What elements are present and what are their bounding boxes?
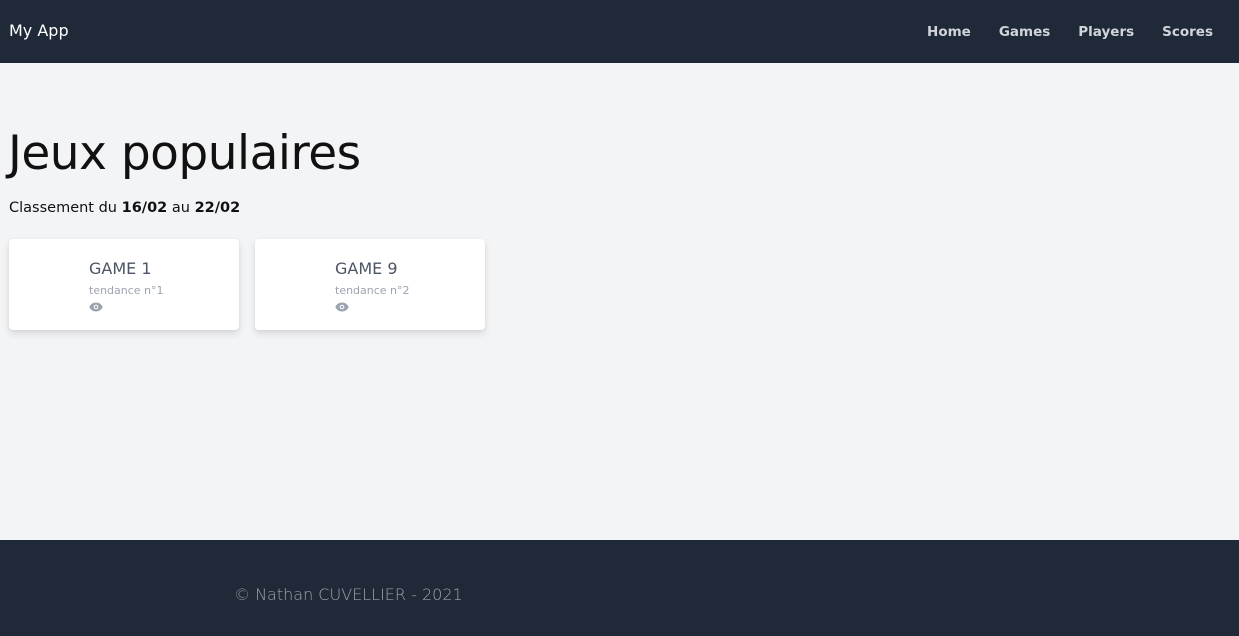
- game-card-trend: tendance n°1: [89, 284, 164, 297]
- game-card[interactable]: GAME 1 tendance n°1: [9, 239, 239, 330]
- game-card-list: GAME 1 tendance n°1 GAME 9 tendance n°2: [9, 239, 485, 330]
- game-card-trend: tendance n°2: [335, 284, 410, 297]
- app-brand-link[interactable]: My App: [9, 20, 69, 42]
- eye-icon[interactable]: [335, 302, 349, 312]
- ranking-period-prefix: Classement du: [9, 200, 122, 216]
- ranking-start-date: 16/02: [121, 200, 168, 216]
- game-card[interactable]: GAME 9 tendance n°2: [255, 239, 485, 330]
- nav-link-games[interactable]: Games: [999, 22, 1050, 42]
- nav-link-players[interactable]: Players: [1078, 22, 1134, 42]
- ranking-period: Classement du 16/02 au 22/02: [9, 198, 240, 218]
- top-navbar: My App Home Games Players Scores: [0, 0, 1239, 63]
- nav-links: Home Games Players Scores: [927, 22, 1213, 42]
- page-footer: © Nathan CUVELLIER - 2021: [0, 540, 1239, 636]
- eye-icon[interactable]: [89, 302, 103, 312]
- game-card-title: GAME 1: [89, 259, 152, 278]
- ranking-end-date: 22/02: [194, 200, 241, 216]
- copyright-text: © Nathan CUVELLIER - 2021: [234, 585, 463, 604]
- nav-link-scores[interactable]: Scores: [1162, 22, 1213, 42]
- ranking-period-middle: au: [167, 200, 195, 216]
- page-title: Jeux populaires: [8, 126, 361, 181]
- nav-link-home[interactable]: Home: [927, 22, 971, 42]
- game-card-title: GAME 9: [335, 259, 398, 278]
